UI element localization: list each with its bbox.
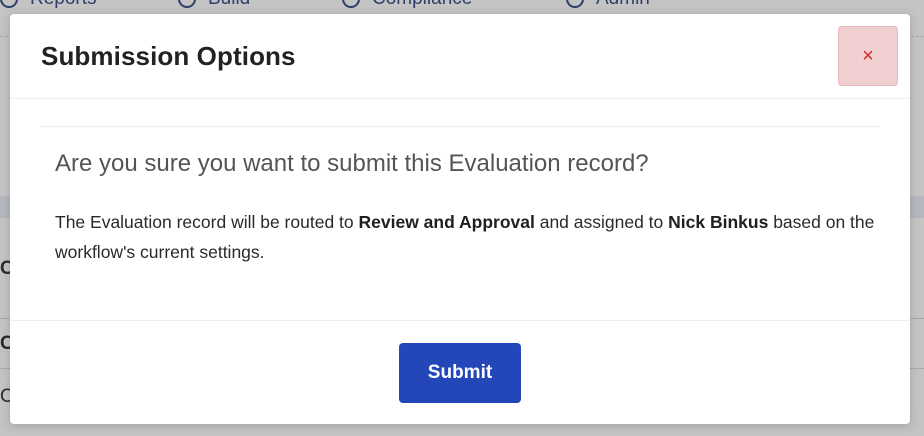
confirmation-question: Are you sure you want to submit this Eva… — [55, 150, 649, 177]
nav-item-label: Compliance — [372, 0, 472, 9]
submission-options-modal: Submission Options × Are you sure you wa… — [10, 14, 910, 424]
reports-icon — [0, 0, 18, 8]
workflow-step-name: Review and Approval — [358, 212, 535, 232]
nav-item-label: Admin — [596, 0, 650, 9]
gear-icon — [566, 0, 584, 8]
nav-item-compliance[interactable]: Compliance — [342, 0, 472, 12]
assignee-name: Nick Binkus — [668, 212, 769, 232]
nav-item-label: Build — [208, 0, 250, 9]
nav-item-reports[interactable]: Reports — [0, 0, 97, 12]
confirmation-message: The Evaluation record will be routed to … — [55, 207, 875, 267]
close-icon: × — [862, 45, 874, 67]
close-button[interactable]: × — [838, 26, 898, 86]
nav-item-build[interactable]: Build — [178, 0, 250, 12]
content-divider — [40, 126, 880, 127]
submit-button[interactable]: Submit — [399, 343, 521, 403]
nav-item-admin[interactable]: Admin — [566, 0, 650, 12]
modal-title: Submission Options — [41, 41, 296, 71]
modal-header: Submission Options × — [10, 14, 910, 99]
message-text: and assigned to — [534, 212, 669, 232]
message-text: The Evaluation record will be routed to — [55, 212, 359, 232]
top-nav: Reports Build Compliance Admin — [0, 0, 924, 14]
nav-item-label: Reports — [30, 0, 97, 9]
compliance-icon — [342, 0, 360, 8]
footer-divider — [10, 320, 910, 321]
pencil-icon — [178, 0, 196, 8]
